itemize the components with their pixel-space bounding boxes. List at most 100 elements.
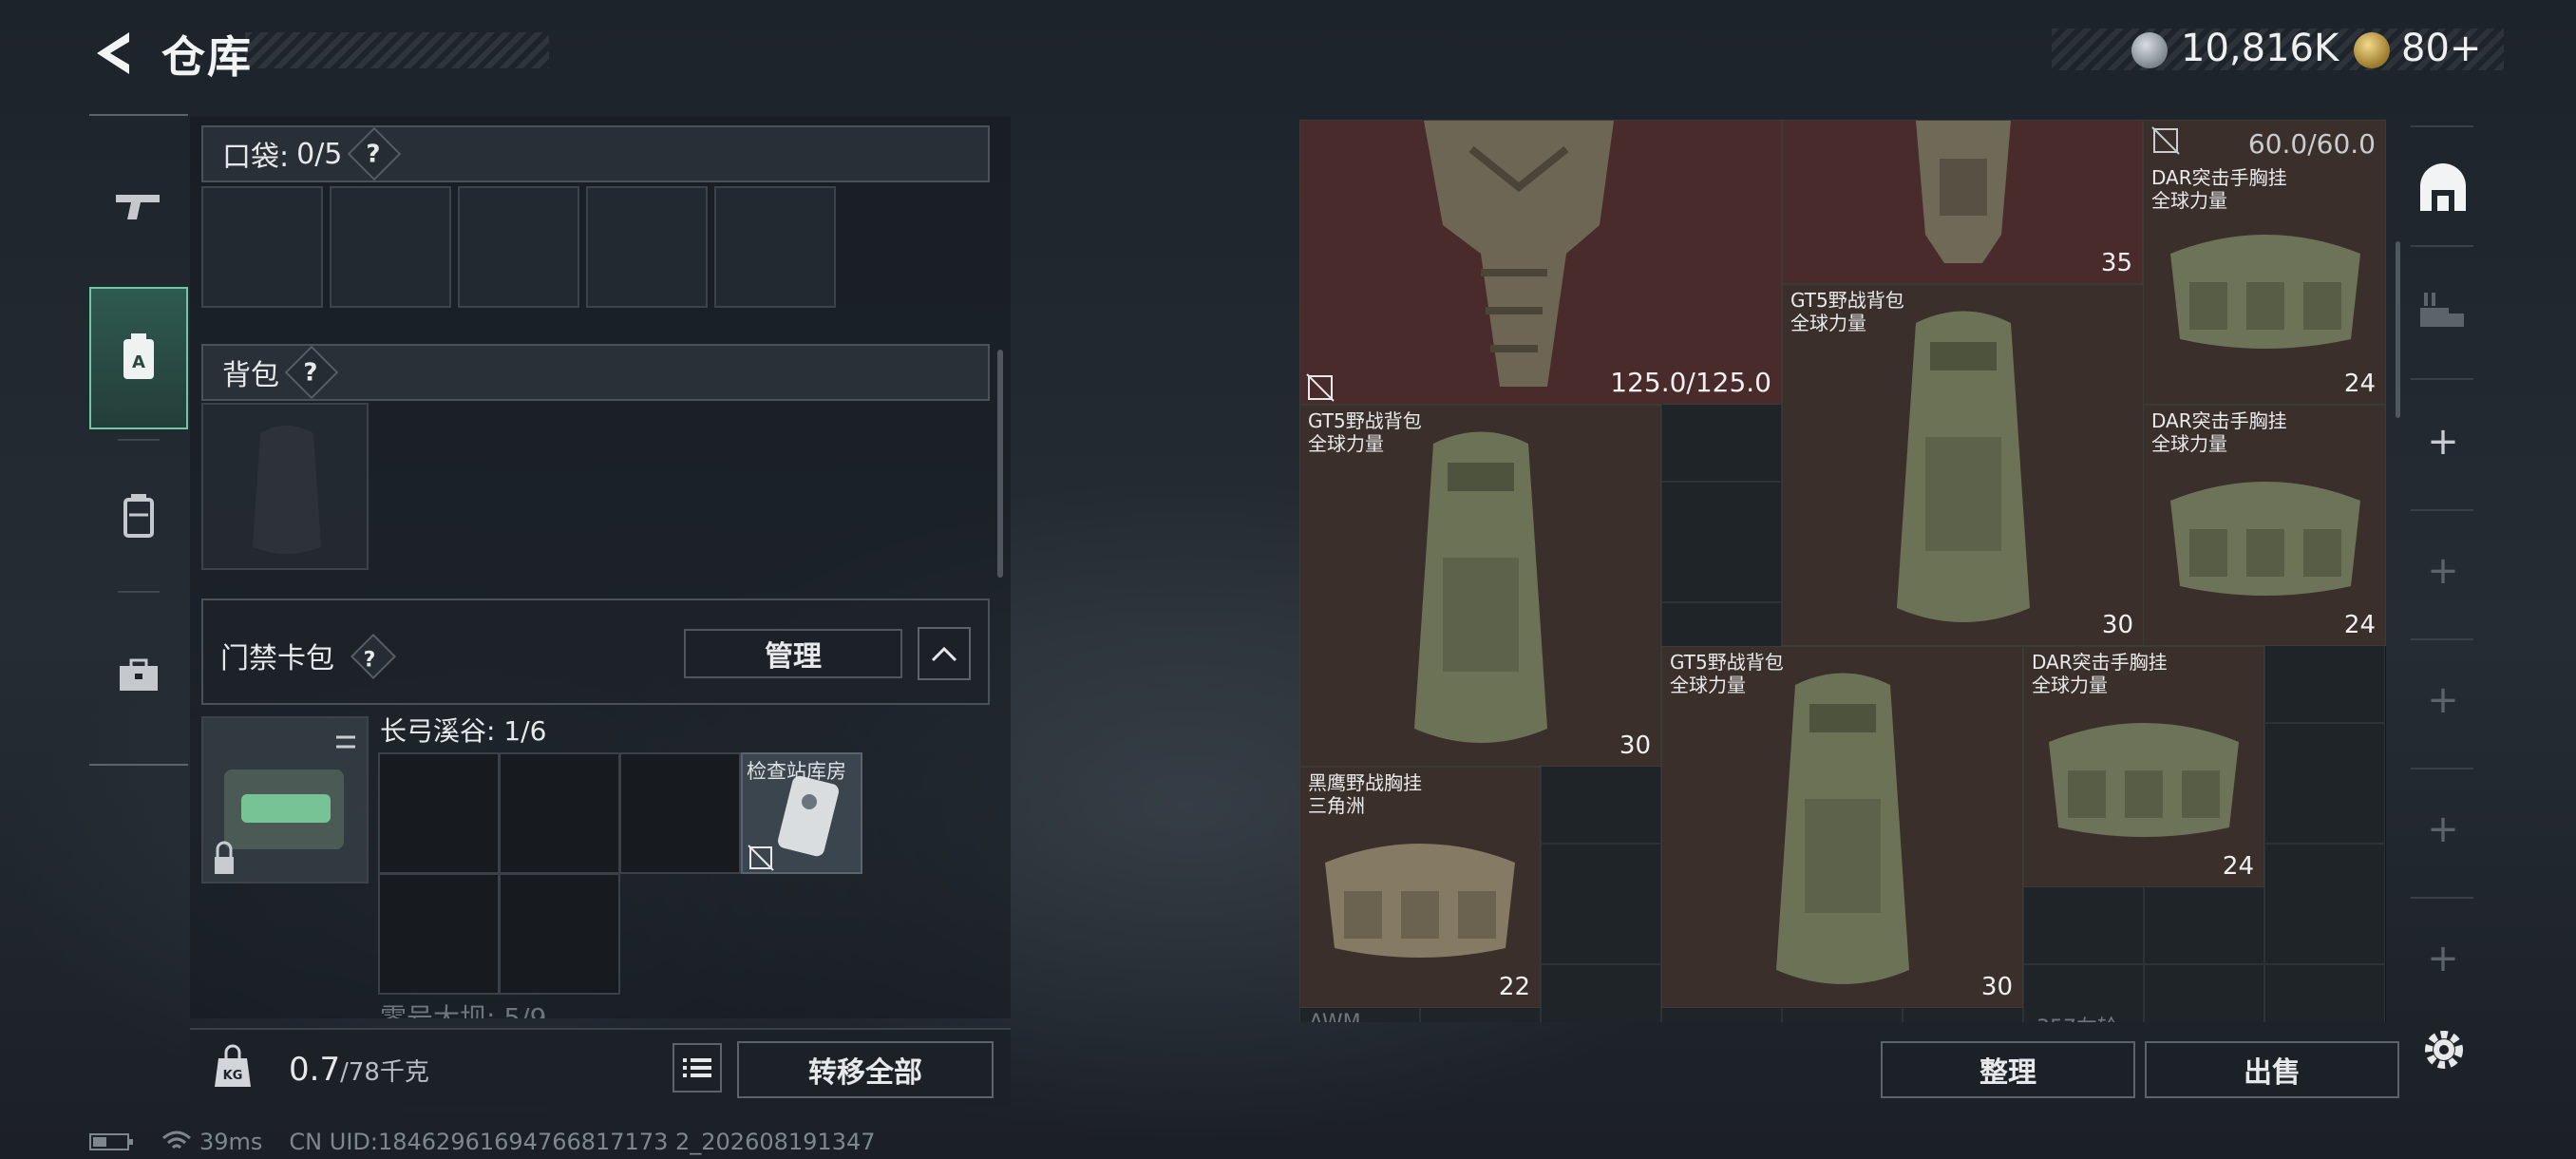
list-icon (683, 1058, 711, 1077)
item-count: 22 (1498, 973, 1530, 1001)
pocket-help-icon[interactable]: ? (348, 126, 402, 181)
stash-item-dar1[interactable]: DAR突击手胸挂 全球力量 60.0/60.0 24 (2143, 120, 2386, 405)
stash-cell[interactable] (1661, 482, 1782, 602)
key-slot[interactable] (378, 752, 500, 874)
item-name: 黑鹰野战胸挂 三角洲 (1308, 771, 1422, 817)
backpack-header: 背包 ? (201, 344, 990, 401)
status-bar: 39ms CN UID:18462961694766817173 2_20260… (89, 1129, 876, 1155)
stash-scrollbar[interactable] (2396, 241, 2400, 418)
vest-item-icon (1424, 121, 1614, 387)
add-stash-icon[interactable]: + (2420, 808, 2466, 851)
no-insure-icon (2151, 126, 2180, 155)
backpack-item-icon (1776, 673, 1909, 984)
chevron-up-icon (931, 646, 957, 662)
stash-item-dar2[interactable]: DAR突击手胸挂 全球力量 24 (2143, 405, 2386, 646)
coin-balance: 10,816K (2181, 27, 2339, 70)
stash-cell[interactable] (2264, 723, 2385, 844)
pocket-count: 0/5 (296, 137, 343, 171)
map-key-count-2: 零号大坝: 5/9 (380, 1002, 547, 1018)
key-slot[interactable] (619, 752, 741, 874)
truck-icon[interactable] (2416, 289, 2470, 342)
stash-cell[interactable] (2264, 964, 2385, 1022)
key-slot[interactable] (499, 752, 620, 874)
stash-cell[interactable] (2144, 964, 2264, 1022)
add-stash-icon[interactable]: + (2420, 937, 2466, 980)
stash-item-vest[interactable]: 125.0/125.0 (1299, 120, 1782, 405)
list-view-button[interactable] (672, 1043, 722, 1092)
stash-tabs: + + + + + (2405, 125, 2481, 1018)
coin-icon (2131, 32, 2168, 68)
stash-grid: 125.0/125.0 35 DAR突击手胸挂 全球力量 60.0/60.0 24… (1299, 120, 2386, 1022)
pocket-slot[interactable] (586, 186, 708, 308)
nav-weapons[interactable] (89, 135, 188, 277)
collapse-button[interactable] (918, 627, 971, 680)
back-arrow-icon[interactable] (87, 27, 141, 80)
warehouse-icon[interactable] (2416, 162, 2470, 215)
chest-rig-item-icon (2170, 482, 2360, 596)
item-count: 30 (1619, 732, 1651, 760)
item-name-cut: 357左轮 (2036, 1011, 2118, 1022)
sell-button[interactable]: 出售 (2145, 1041, 2399, 1098)
stash-cell[interactable] (2264, 844, 2385, 964)
add-stash-icon[interactable]: + (2420, 678, 2466, 722)
stash-item-heiying[interactable]: 黑鹰野战胸挂 三角洲 22 (1299, 767, 1541, 1008)
stash-cell[interactable] (1541, 964, 1661, 1022)
item-count: 24 (2343, 611, 2376, 639)
pocket-slot[interactable] (330, 186, 451, 308)
add-stash-icon[interactable]: + (2420, 549, 2466, 593)
uid: CN UID:18462961694766817173 2_2026081913… (289, 1129, 876, 1155)
stash-item-gt5-b[interactable]: GT5野战背包 全球力量 30 (1782, 284, 2144, 646)
key-slot[interactable] (378, 873, 500, 995)
keycard-case-icon (215, 735, 355, 874)
loadout-scrollbar[interactable] (997, 350, 1003, 578)
backpack-help-icon[interactable]: ? (284, 345, 339, 400)
item-name: DAR突击手胸挂 全球力量 (2151, 409, 2287, 455)
stash-cell[interactable] (1541, 844, 1661, 964)
category-nav: A (89, 114, 188, 766)
vest-icon: A (123, 333, 154, 379)
pocket-slot[interactable] (458, 186, 579, 308)
battery-icon (89, 1133, 133, 1150)
ticket-icon (2354, 32, 2390, 68)
chest-rig-item-icon (1325, 844, 1515, 958)
backpack-silhouette-icon (253, 426, 321, 554)
svg-text:A: A (132, 352, 145, 372)
nav-tools[interactable] (89, 604, 188, 747)
backpack-slot[interactable] (201, 403, 369, 570)
page-title: 仓库 (161, 31, 253, 83)
pocket-slot[interactable] (201, 186, 323, 308)
item-count: 35 (2100, 249, 2132, 277)
sort-button[interactable]: 整理 (1881, 1041, 2135, 1098)
chest-rig-item-icon (2170, 235, 2360, 349)
keycard-help-icon[interactable]: ? (350, 633, 396, 680)
pocket-slot[interactable] (714, 186, 836, 308)
nav-equipment[interactable]: A (89, 287, 188, 429)
item-name-cut: AWM (1309, 1011, 1361, 1022)
toolbox-icon (120, 658, 158, 691)
keycard-bag-slot[interactable] (201, 716, 369, 884)
keycard-bag-label: 门禁卡包 ? (220, 633, 396, 680)
no-insure-icon (1306, 373, 1335, 402)
stash-item-dar3[interactable]: DAR突击手胸挂 全球力量 24 (2023, 646, 2264, 887)
svg-text:KG: KG (223, 1069, 243, 1083)
backpack-label: 背包 (222, 359, 279, 392)
map-key-count: 长弓溪谷: 1/6 (380, 715, 547, 747)
stash-item-gt5-a[interactable]: GT5野战背包 全球力量 30 (1299, 405, 1661, 767)
item-name: DAR突击手胸挂 全球力量 (2151, 166, 2287, 212)
item-count: 30 (1980, 973, 2013, 1001)
durability: 60.0/60.0 (2247, 128, 2376, 160)
keycard-name: 检查站库房 (747, 760, 846, 783)
manage-button[interactable]: 管理 (684, 629, 902, 678)
backpack-icon (123, 494, 154, 538)
stash-item-top-mid[interactable]: 35 (1782, 120, 2143, 284)
backpack-item-icon (1414, 431, 1547, 743)
gear-icon[interactable] (2418, 1024, 2470, 1075)
add-stash-icon[interactable]: + (2420, 420, 2466, 464)
ticket-balance[interactable]: 80+ (2401, 27, 2481, 70)
nav-armor[interactable] (89, 445, 188, 587)
stash-item-gt5-c[interactable]: GT5野战背包 全球力量 30 (1661, 646, 2023, 1008)
key-slot[interactable] (499, 873, 620, 995)
chest-rig-item-icon (1916, 121, 2011, 263)
carry-weight: 0.7/78千克 (289, 1051, 429, 1089)
transfer-all-button[interactable]: 转移全部 (737, 1041, 994, 1098)
